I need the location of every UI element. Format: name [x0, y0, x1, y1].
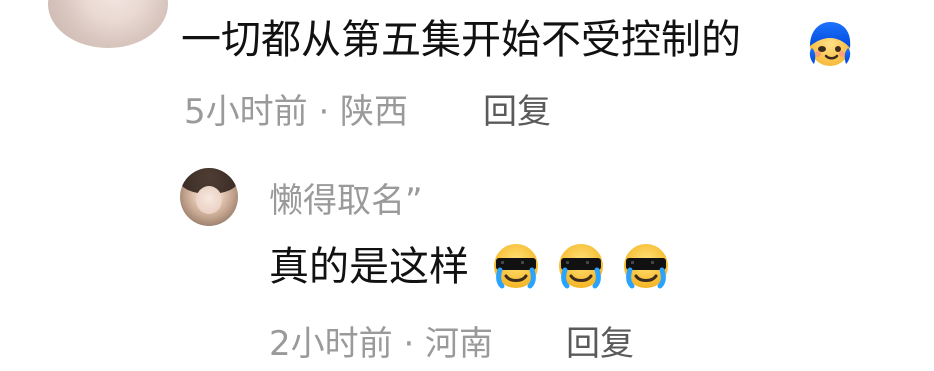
- replier-avatar[interactable]: [180, 168, 238, 226]
- reply-text: 真的是这样: [269, 244, 469, 290]
- cool-crying-face-icon: [559, 244, 603, 289]
- commenter-avatar[interactable]: [48, 0, 168, 48]
- cool-crying-face-icon: [494, 244, 538, 289]
- shy-face-with-blue-hair-icon: [809, 22, 851, 66]
- cool-crying-face-icon: [624, 244, 668, 289]
- reply-to-reply-button[interactable]: 回复: [566, 323, 634, 365]
- reply-meta: 2小时前 · 河南: [269, 324, 494, 364]
- replier-username[interactable]: 懒得取名”: [269, 180, 423, 222]
- comment-meta: 5小时前 · 陕西: [184, 92, 409, 132]
- comment-text: 一切都从第五集开始不受控制的: [181, 17, 741, 63]
- reply-button[interactable]: 回复: [483, 91, 551, 133]
- avatar-face: [196, 186, 222, 214]
